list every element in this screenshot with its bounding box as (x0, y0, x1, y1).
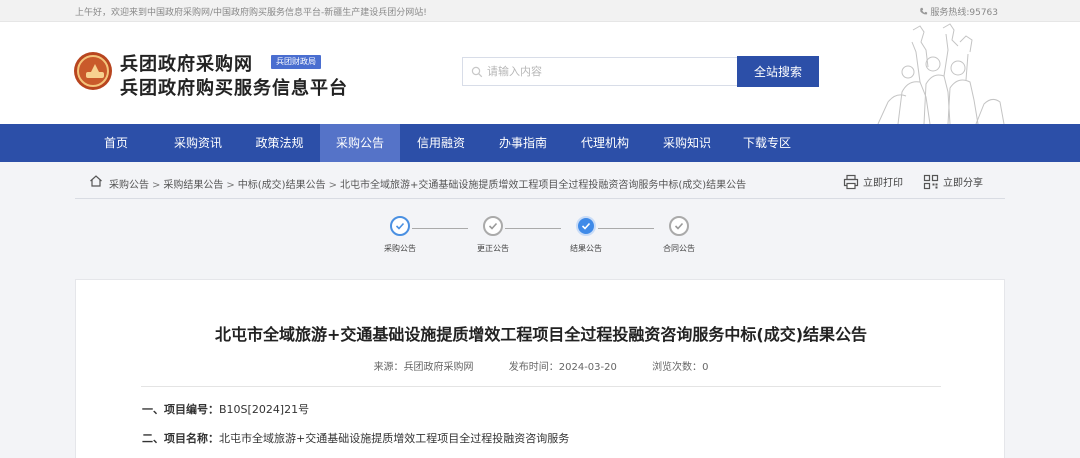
notice-progress-steps: 采购公告 更正公告 结果公告 合同公告 (360, 213, 720, 263)
breadcrumb-item-award-notices[interactable]: 中标(成交)结果公告 (238, 180, 326, 191)
site-header: 兵团政府采购网 兵团财政局 兵团政府购买服务信息平台 全站搜索 (0, 22, 1080, 124)
print-label: 立即打印 (863, 178, 903, 189)
article-card: 北屯市全域旅游+交通基础设施提质增效工程项目全过程投融资咨询服务中标(成交)结果… (75, 279, 1005, 458)
breadcrumb-separator: > (226, 180, 235, 191)
breadcrumb-divider (75, 198, 1005, 199)
share-button[interactable]: 立即分享 (923, 174, 983, 190)
article-meta: 来源：兵团政府采购网 发布时间：2024-03-20 浏览次数：0 (76, 358, 1006, 373)
step-connector (505, 228, 561, 229)
step-label: 结果公告 (570, 244, 602, 253)
source-label: 来源： (373, 362, 404, 373)
date-label: 发布时间： (508, 362, 559, 373)
site-search-button[interactable]: 全站搜索 (737, 56, 819, 87)
logo-mark-bottom (86, 72, 104, 78)
breadcrumb-item-current: 北屯市全域旅游+交通基础设施提质增效工程项目全过程投融资咨询服务中标(成交)结果… (339, 180, 747, 191)
date-value: 2024-03-20 (558, 362, 617, 373)
nav-item-agencies[interactable]: 代理机构 (564, 124, 646, 162)
field-value: 北屯市全域旅游+交通基础设施提质增效工程项目全过程投融资咨询服务 (219, 432, 570, 445)
check-circle-icon (576, 216, 596, 236)
field-label: 二、项目名称： (142, 432, 219, 445)
statue-illustration-icon (877, 23, 1005, 124)
site-title-secondary[interactable]: 兵团政府购买服务信息平台 (120, 74, 348, 100)
views-value: 0 (702, 362, 709, 373)
logo-emblem (77, 55, 109, 87)
article-views: 浏览次数：0 (652, 362, 708, 373)
field-value: B10S[2024]21号 (219, 403, 310, 416)
qr-code-icon (923, 174, 939, 190)
step-connector (412, 228, 468, 229)
share-label: 立即分享 (943, 178, 983, 189)
nav-item-procurement-news[interactable]: 采购资讯 (157, 124, 239, 162)
top-bar: 上午好，欢迎来到中国政府采购网/中国政府购买服务信息平台-新疆生产建设兵团分网站… (0, 0, 1080, 22)
service-hotline: 服务热线:95763 (919, 5, 998, 18)
main-nav: 首页 采购资讯 政策法规 采购公告 信用融资 办事指南 代理机构 采购知识 下载… (0, 124, 1080, 162)
field-label: 一、项目编号： (142, 403, 219, 416)
step-label: 更正公告 (477, 244, 509, 253)
nav-item-home[interactable]: 首页 (75, 124, 157, 162)
site-logo[interactable] (74, 52, 112, 90)
meta-divider (141, 386, 941, 387)
nav-item-credit-finance[interactable]: 信用融资 (400, 124, 482, 162)
print-button[interactable]: 立即打印 (843, 174, 903, 190)
site-title-primary[interactable]: 兵团政府采购网 (120, 50, 253, 76)
breadcrumb-item-notices[interactable]: 采购公告 (109, 180, 149, 191)
project-name-field: 二、项目名称：北屯市全域旅游+交通基础设施提质增效工程项目全过程投融资咨询服务 (142, 430, 569, 446)
views-label: 浏览次数： (652, 362, 703, 373)
hotline-text: 服务热线:95763 (930, 8, 998, 18)
search-input[interactable] (487, 58, 735, 85)
check-circle-icon (390, 216, 410, 236)
article-source: 来源：兵团政府采购网 (374, 362, 474, 373)
project-number-field: 一、项目编号：B10S[2024]21号 (142, 401, 309, 417)
welcome-text: 上午好，欢迎来到中国政府采购网/中国政府购买服务信息平台-新疆生产建设兵团分网站… (75, 8, 427, 18)
nav-item-knowledge[interactable]: 采购知识 (646, 124, 728, 162)
breadcrumb-item-result-notices[interactable]: 采购结果公告 (163, 180, 223, 191)
breadcrumb-separator: > (328, 180, 337, 191)
step-label: 采购公告 (384, 244, 416, 253)
home-icon[interactable] (89, 174, 103, 188)
nav-item-guide[interactable]: 办事指南 (482, 124, 564, 162)
check-circle-icon (483, 216, 503, 236)
search-icon (471, 66, 483, 78)
breadcrumb-separator: > (152, 180, 161, 191)
printer-icon (843, 174, 859, 190)
nav-item-downloads[interactable]: 下载专区 (728, 124, 806, 162)
phone-icon (920, 7, 928, 15)
source-value: 兵团政府采购网 (403, 362, 474, 373)
nav-item-procurement-notices[interactable]: 采购公告 (320, 124, 400, 162)
breadcrumb-bar: 采购公告 > 采购结果公告 > 中标(成交)结果公告 > 北屯市全域旅游+交通基础设施提质增… (75, 170, 1005, 196)
step-label: 合同公告 (663, 244, 695, 253)
breadcrumb: 采购公告 > 采购结果公告 > 中标(成交)结果公告 > 北屯市全域旅游+交通基础设施提质增… (109, 176, 746, 191)
logo-mark-top (91, 64, 99, 72)
check-circle-icon (669, 216, 689, 236)
article-date: 发布时间：2024-03-20 (509, 362, 617, 373)
step-connector (598, 228, 654, 229)
search-box (462, 57, 738, 86)
finance-bureau-badge: 兵团财政局 (271, 55, 321, 69)
article-title: 北屯市全域旅游+交通基础设施提质增效工程项目全过程投融资咨询服务中标(成交)结果… (214, 325, 868, 344)
nav-item-policies[interactable]: 政策法规 (239, 124, 320, 162)
